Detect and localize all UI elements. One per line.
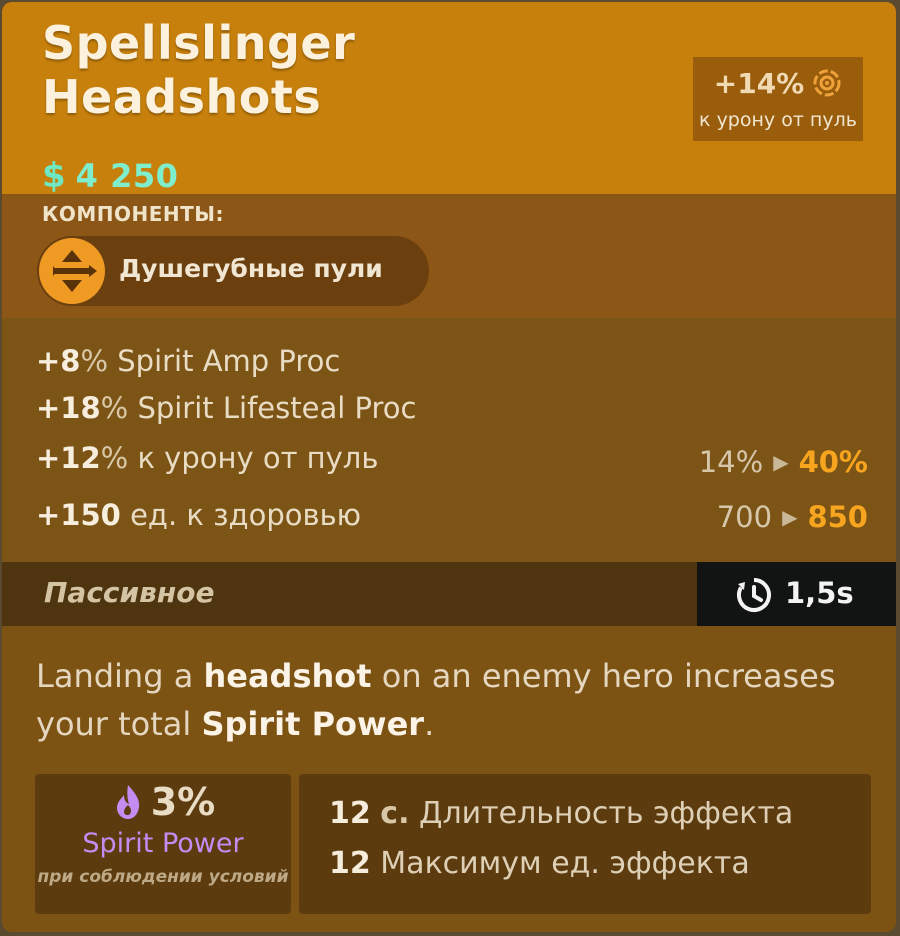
stat-label: Spirit Lifesteal Proc <box>137 391 417 425</box>
keyword-headshot: headshot <box>203 657 372 695</box>
new-value: 850 <box>807 500 868 534</box>
soul-bullets-icon <box>39 238 105 304</box>
effect-label: Максимум ед. эффекта <box>380 846 750 881</box>
stat-row: +12% к урону от пуль <box>36 441 379 475</box>
spirit-power-value: 3% <box>150 780 216 824</box>
spirit-power-label: Spirit Power <box>82 828 244 859</box>
item-tooltip-card: Spellslinger Headshots $ 4 250 +14% к ур… <box>2 2 896 932</box>
components-heading: КОМПОНЕНТЫ: <box>42 202 224 226</box>
component-item[interactable]: Душегубные пули <box>37 236 429 306</box>
bonus-badge: +14% к урону от пуль <box>693 57 863 141</box>
bonus-value: +14% <box>713 66 805 100</box>
cooldown-badge: 1,5s <box>697 562 896 626</box>
stat-comparison: 14% ▶ 40% <box>699 445 868 479</box>
keyword-spirit-power: Spirit Power <box>201 705 425 743</box>
tooltip-header: Spellslinger Headshots $ 4 250 +14% к ур… <box>2 2 896 196</box>
bonus-label: к урону от пуль <box>699 109 857 131</box>
condition-note: при соблюдении условий <box>37 867 289 887</box>
cooldown-clock-icon <box>737 578 771 612</box>
old-value: 700 <box>716 500 773 534</box>
components-section: КОМПОНЕНТЫ: Душегубные пули <box>2 194 896 318</box>
component-name: Душегубные пули <box>119 254 383 283</box>
new-value: 40% <box>798 445 868 479</box>
cooldown-value: 1,5s <box>785 576 854 610</box>
souls-currency-icon: $ <box>42 156 66 196</box>
stat-label: к урону от пуль <box>137 441 379 475</box>
arrow-right-icon: ▶ <box>773 450 789 474</box>
effect-label: Длительность эффекта <box>419 796 794 831</box>
price-value: 4 250 <box>75 157 179 195</box>
description-section: Landing a headshot on an enemy hero incr… <box>2 626 896 932</box>
old-value: 14% <box>698 445 764 479</box>
spirit-power-box: 3% Spirit Power при соблюдении условий <box>35 774 291 914</box>
stats-section: +8% Spirit Amp Proc +18% Spirit Lifestea… <box>2 318 896 562</box>
effect-row: 12 с. Длительность эффекта <box>329 796 794 831</box>
spirit-flame-icon <box>116 785 139 819</box>
stat-row: +18% Spirit Lifesteal Proc <box>36 391 417 425</box>
stat-comparison: 700 ▶ 850 <box>717 500 868 534</box>
arrow-right-icon: ▶ <box>782 505 798 529</box>
stat-label: Spirit Amp Proc <box>117 344 341 378</box>
bullet-target-icon <box>813 69 841 97</box>
passive-bar: Пассивное 1,5s <box>2 562 896 626</box>
item-title: Spellslinger Headshots <box>42 16 356 124</box>
description-text: Landing a headshot on an enemy hero incr… <box>36 657 836 743</box>
effect-row: 12 Максимум ед. эффекта <box>329 846 750 881</box>
stat-label: ед. к здоровью <box>130 498 362 532</box>
stat-row: +150 ед. к здоровью <box>36 498 362 532</box>
passive-label: Пассивное <box>44 576 215 609</box>
item-price: $ 4 250 <box>42 154 178 198</box>
stat-row: +8% Spirit Amp Proc <box>36 344 341 378</box>
effect-stats-box: 12 с. Длительность эффекта 12 Максимум е… <box>299 774 871 914</box>
